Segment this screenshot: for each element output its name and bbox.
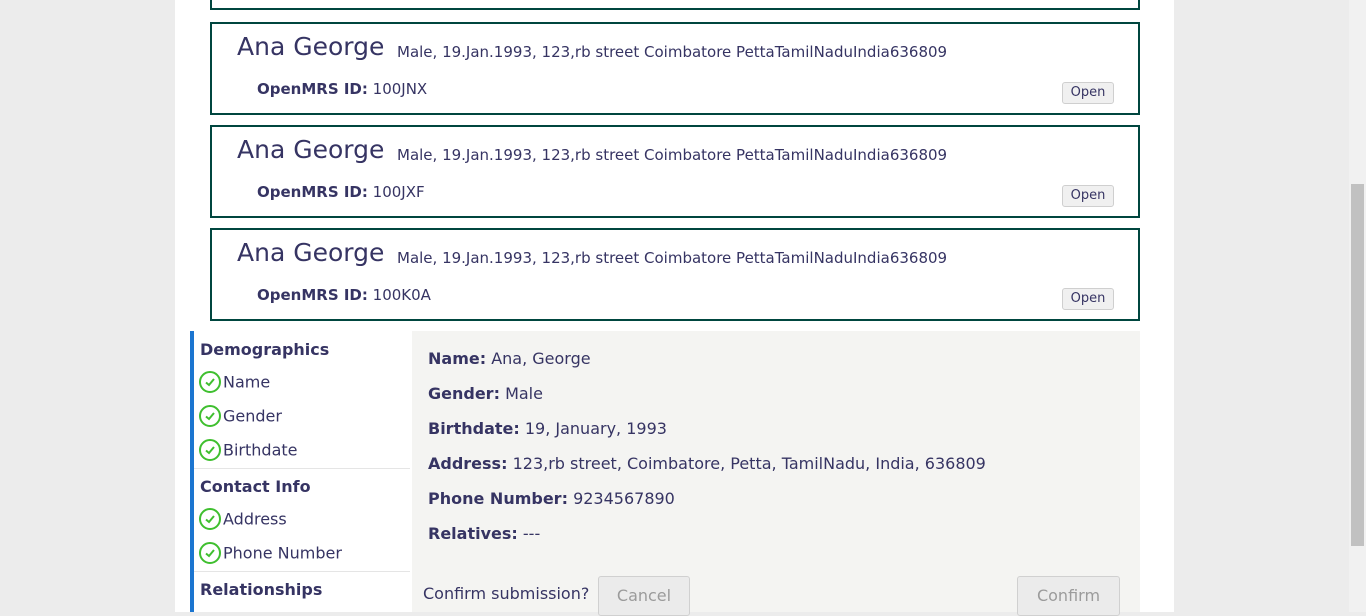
patient-card: Ana George Male, 19.Jan.1993, 123,rb str…	[210, 228, 1140, 321]
field-value: ---	[522, 524, 541, 543]
summary-address: Address: 123,rb street, Coimbatore, Pett…	[428, 454, 986, 473]
section-divider	[194, 468, 410, 469]
patient-id-label: OpenMRS ID:	[257, 183, 368, 201]
check-icon	[199, 542, 221, 564]
patient-details: Male, 19.Jan.1993, 123,rb street Coimbat…	[397, 43, 948, 61]
patient-id-label: OpenMRS ID:	[257, 286, 368, 304]
patient-card: Ana George Male, 19.Jan.1993, 123,rb str…	[210, 125, 1140, 218]
field-value: Ana, George	[491, 349, 591, 368]
summary-gender: Gender: Male	[428, 384, 543, 403]
step-name[interactable]: Name	[199, 371, 271, 394]
field-label: Address:	[428, 454, 508, 473]
open-button[interactable]: Open	[1062, 288, 1114, 310]
summary-phone-number: Phone Number: 9234567890	[428, 489, 675, 508]
patient-card: Ana George Male, 19.Jan.1993, 123,rb str…	[210, 22, 1140, 115]
check-icon	[199, 371, 221, 393]
summary-name: Name: Ana, George	[428, 349, 591, 368]
confirmation-summary: Name: Ana, George Gender: Male Birthdate…	[412, 331, 1140, 616]
step-gender[interactable]: Gender	[199, 405, 282, 428]
section-divider	[194, 571, 410, 572]
patient-details: Male, 19.Jan.1993, 123,rb street Coimbat…	[397, 249, 948, 267]
section-demographics[interactable]: Demographics	[200, 340, 329, 359]
open-button[interactable]: Open	[1062, 185, 1114, 207]
patient-id-value: 100K0A	[372, 286, 431, 304]
patient-details: Male, 19.Jan.1993, 123,rb street Coimbat…	[397, 146, 948, 164]
patient-id: OpenMRS ID: 100K0A	[257, 286, 431, 304]
field-label: Name:	[428, 349, 487, 368]
summary-relatives: Relatives: ---	[428, 524, 540, 543]
section-contact-info[interactable]: Contact Info	[200, 477, 311, 496]
step-label: Phone Number	[223, 543, 342, 563]
patient-name: Ana George	[237, 32, 385, 61]
summary-birthdate: Birthdate: 19, January, 1993	[428, 419, 667, 438]
step-label: Gender	[223, 406, 282, 426]
scrollbar-thumb[interactable]	[1351, 184, 1364, 546]
patient-id: OpenMRS ID: 100JNX	[257, 80, 427, 98]
field-label: Birthdate:	[428, 419, 520, 438]
step-birthdate[interactable]: Birthdate	[199, 439, 298, 462]
patient-name: Ana George	[237, 135, 385, 164]
check-icon	[199, 439, 221, 461]
patient-id-value: 100JXF	[372, 183, 425, 201]
open-button[interactable]: Open	[1062, 82, 1114, 104]
field-label: Gender:	[428, 384, 500, 403]
step-label: Address	[223, 509, 287, 529]
step-address[interactable]: Address	[199, 508, 287, 531]
confirm-button[interactable]: Confirm	[1017, 576, 1120, 616]
field-value: Male	[505, 384, 543, 403]
field-value: 123,rb street, Coimbatore, Petta, TamilN…	[512, 454, 986, 473]
check-icon	[199, 405, 221, 427]
vertical-scrollbar[interactable]	[1349, 0, 1366, 612]
confirm-submission-label: Confirm submission?	[423, 584, 590, 603]
patient-id-label: OpenMRS ID:	[257, 80, 368, 98]
sidebar-accent-bar	[190, 331, 194, 612]
step-label: Birthdate	[223, 440, 298, 460]
patient-id: OpenMRS ID: 100JXF	[257, 183, 425, 201]
check-icon	[199, 508, 221, 530]
registration-steps-sidebar: Demographics Name Gender Birthdate Conta…	[190, 331, 410, 612]
step-phone-number[interactable]: Phone Number	[199, 542, 342, 565]
cancel-button[interactable]: Cancel	[598, 576, 690, 616]
previous-patient-card-edge	[210, 0, 1140, 10]
field-value: 19, January, 1993	[524, 419, 667, 438]
field-label: Phone Number:	[428, 489, 568, 508]
section-relationships[interactable]: Relationships	[200, 580, 322, 599]
patient-name: Ana George	[237, 238, 385, 267]
patient-id-value: 100JNX	[372, 80, 428, 98]
field-value: 9234567890	[573, 489, 675, 508]
field-label: Relatives:	[428, 524, 518, 543]
step-label: Name	[223, 372, 271, 392]
